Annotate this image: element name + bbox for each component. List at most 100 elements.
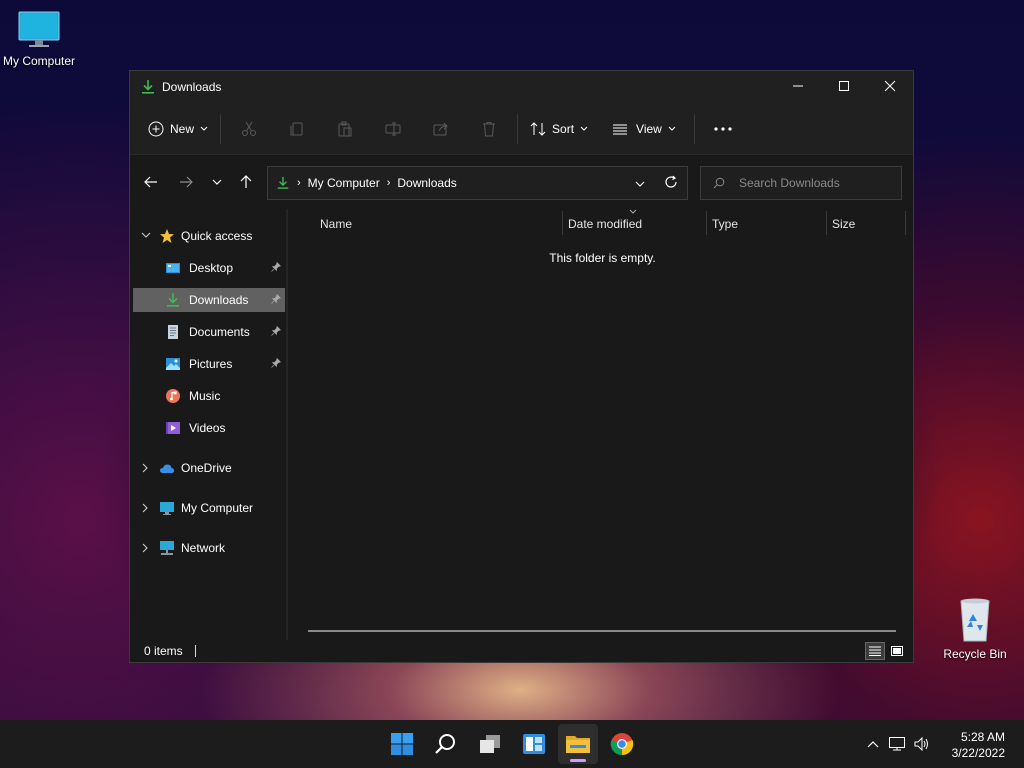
recycle-bin-icon [960,598,990,642]
paste-icon [338,121,352,136]
refresh-button[interactable] [664,175,678,192]
system-tray [862,720,934,768]
paste-button[interactable] [321,113,369,145]
breadcrumb-downloads[interactable]: Downloads [397,176,456,190]
close-button[interactable] [867,71,913,101]
pin-icon [271,358,281,368]
large-icons-view-toggle[interactable] [887,642,907,660]
breadcrumb-my-computer[interactable]: My Computer [308,176,380,190]
new-button[interactable]: New [140,113,216,145]
file-list[interactable]: Name Date modified Type Size This folder… [290,209,913,640]
sidebar-item-onedrive[interactable]: OneDrive [133,456,285,480]
item-count: 0 items [144,644,183,658]
recent-locations-button[interactable] [202,167,232,197]
minimize-button[interactable] [775,71,821,101]
delete-button[interactable] [465,113,513,145]
volume-button[interactable] [910,737,934,751]
desktop-folder-icon [166,263,180,273]
clock[interactable]: 5:28 AM 3/22/2022 [952,729,1005,761]
chevron-up-icon [867,741,879,748]
explorer-body: Quick access Desktop Downloads Documents… [130,209,913,640]
share-button[interactable] [417,113,465,145]
forward-button[interactable] [171,167,201,197]
address-dropdown-button[interactable] [635,176,645,190]
widgets-button[interactable] [514,724,554,764]
speaker-icon [914,737,928,751]
details-view-toggle[interactable] [865,642,885,660]
chevron-down-icon [668,126,676,131]
arrow-right-icon [180,176,193,188]
desktop-icon-label: Recycle Bin [943,647,1007,661]
chrome-taskbar-button[interactable] [602,724,642,764]
column-divider[interactable] [562,211,563,235]
arrow-left-icon [144,176,157,188]
column-header-name[interactable]: Name [320,217,352,231]
column-header-type[interactable]: Type [712,217,738,231]
chevron-down-icon [212,179,222,185]
search-input[interactable]: Search Downloads [739,176,840,190]
desktop-icon-label: My Computer [2,54,76,68]
desktop-icon-recycle-bin[interactable]: Recycle Bin [935,597,1015,661]
more-options-button[interactable] [699,113,747,145]
sidebar-item-pictures[interactable]: Pictures [133,352,285,376]
sidebar-item-label: Music [189,389,221,403]
new-label: New [170,121,195,136]
sort-button[interactable]: Sort [522,113,596,145]
file-explorer-taskbar-button[interactable] [558,724,598,764]
search-box[interactable]: Search Downloads [700,166,902,200]
minimize-icon [793,85,803,87]
address-bar[interactable]: › My Computer › Downloads [267,166,688,200]
taskbar-search-button[interactable] [426,724,466,764]
sidebar-item-documents[interactable]: Documents [133,320,285,344]
active-indicator [570,759,586,762]
network-status-button[interactable] [884,737,910,751]
sidebar-item-videos[interactable]: Videos [133,416,285,440]
horizontal-scrollbar[interactable] [308,630,896,632]
sidebar-item-downloads[interactable]: Downloads [133,288,285,312]
sidebar-item-label: Quick access [181,229,253,243]
start-icon [391,733,413,755]
maximize-icon [839,81,849,91]
sidebar-item-network[interactable]: Network [133,536,285,560]
column-divider[interactable] [706,211,707,235]
command-bar: New Sort View [130,103,913,155]
start-button[interactable] [382,724,422,764]
music-folder-icon [166,389,180,403]
pin-icon [271,294,281,304]
back-button[interactable] [136,167,166,197]
cut-button[interactable] [225,113,273,145]
sort-icon [530,121,546,136]
star-icon [160,229,174,243]
empty-folder-message: This folder is empty. [549,251,656,265]
chevron-down-icon [141,232,151,238]
sidebar-item-label: Pictures [189,357,233,371]
rename-button[interactable] [369,113,417,145]
sidebar-item-label: Videos [189,421,226,435]
desktop-icon-my-computer[interactable]: My Computer [0,10,79,68]
sidebar-item-quick-access[interactable]: Quick access [133,224,285,248]
column-header-size[interactable]: Size [832,217,855,231]
up-button[interactable] [231,167,261,197]
navigation-pane[interactable]: Quick access Desktop Downloads Documents… [130,209,288,640]
column-divider[interactable] [826,211,827,235]
column-divider[interactable] [905,211,906,235]
copy-button[interactable] [273,113,321,145]
pin-icon [271,326,281,336]
widgets-icon [523,734,545,754]
documents-folder-icon [168,325,178,339]
title-bar[interactable]: Downloads [130,71,913,103]
navigation-bar: › My Computer › Downloads Search Downloa… [130,155,913,209]
download-icon [277,176,289,189]
show-hidden-icons-button[interactable] [862,740,884,748]
clock-time: 5:28 AM [960,730,1005,744]
task-view-button[interactable] [470,724,510,764]
view-button[interactable]: View [604,113,684,145]
sidebar-item-music[interactable]: Music [133,384,285,408]
sidebar-item-desktop[interactable]: Desktop [133,256,285,280]
chevron-down-icon [200,126,208,131]
sidebar-item-label: Downloads [189,293,249,307]
column-header-date-modified[interactable]: Date modified [568,217,642,231]
sidebar-item-label: Network [181,541,226,555]
maximize-button[interactable] [821,71,867,101]
sidebar-item-my-computer[interactable]: My Computer [133,496,285,520]
